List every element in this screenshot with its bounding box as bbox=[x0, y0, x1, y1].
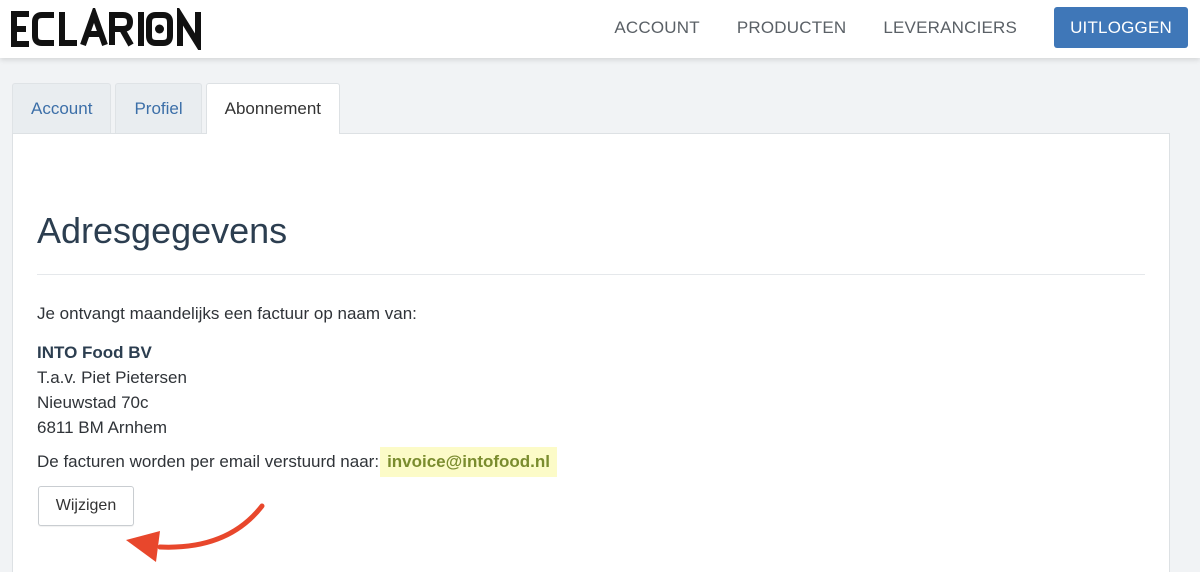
attention-line: T.a.v. Piet Pietersen bbox=[37, 368, 187, 387]
street-line: Nieuwstad 70c bbox=[37, 393, 149, 412]
email-prefix-text: De facturen worden per email verstuurd n… bbox=[37, 452, 380, 471]
city-line: 6811 BM Arnhem bbox=[37, 418, 168, 437]
invoice-email: invoice@intofood.nl bbox=[380, 447, 558, 477]
company-name: INTO Food BV bbox=[37, 343, 152, 362]
top-navbar: ACCOUNT PRODUCTEN LEVERANCIERS UITLOGGEN bbox=[0, 0, 1200, 58]
invoice-intro-text: Je ontvangt maandelijks een factuur op n… bbox=[37, 304, 417, 323]
logout-button[interactable]: UITLOGGEN bbox=[1054, 7, 1188, 48]
account-tabs: Account Profiel Abonnement bbox=[12, 83, 344, 134]
tab-account[interactable]: Account bbox=[12, 83, 112, 133]
tab-profiel[interactable]: Profiel bbox=[115, 83, 202, 133]
page-title: Adresgegevens bbox=[37, 210, 288, 251]
heading-divider bbox=[37, 274, 1145, 275]
nav-link-account[interactable]: ACCOUNT bbox=[614, 18, 699, 38]
tab-abonnement[interactable]: Abonnement bbox=[205, 83, 341, 134]
logo-wordmark bbox=[11, 8, 201, 50]
nav-link-producten[interactable]: PRODUCTEN bbox=[737, 18, 846, 38]
nav-links: ACCOUNT PRODUCTEN LEVERANCIERS UITLOGGEN bbox=[614, 7, 1188, 48]
nav-link-leveranciers[interactable]: LEVERANCIERS bbox=[883, 18, 1017, 38]
eclarion-logo[interactable] bbox=[10, 8, 206, 50]
billing-address: INTO Food BV T.a.v. Piet Pietersen Nieuw… bbox=[37, 340, 187, 440]
annotation-arrow-icon bbox=[126, 503, 265, 562]
invoice-email-line: De facturen worden per email verstuurd n… bbox=[37, 447, 558, 477]
